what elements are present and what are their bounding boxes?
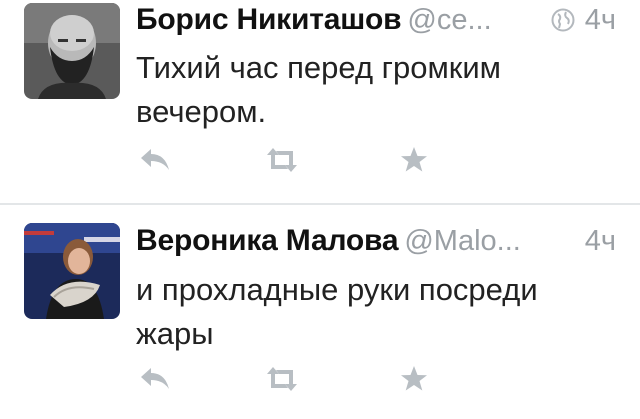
star-icon [401,366,427,391]
tweet-meta: 4ч [576,224,616,258]
reply-icon [141,149,169,170]
tweet-header: Борис Никиташов @ce... 4ч [136,3,616,37]
tweet-actions [136,143,456,177]
retweet-icon [267,367,297,391]
tweet-text: и прохладные руки посреди жары [136,272,538,351]
author-handle[interactable]: @Malo... [404,225,520,257]
reply-icon [141,368,169,389]
author-name[interactable]: Борис Никиташов [136,3,402,36]
retweet-button[interactable] [262,362,302,396]
retweet-button[interactable] [262,143,302,177]
reply-button[interactable] [136,143,176,177]
avatar-photo [24,223,120,319]
tweet-time: 4ч [584,4,616,36]
globe-icon [551,8,575,32]
tweet-actions [136,362,456,396]
tweet-text: Тихий час перед громким вечером. [136,50,501,129]
favorite-button[interactable] [394,143,434,177]
avatar-photo [24,3,120,99]
avatar[interactable] [24,223,120,319]
star-icon [401,147,427,172]
tweet-item[interactable]: Борис Никиташов @ce... 4ч Тихий час перед… [0,0,640,205]
author-handle[interactable]: @ce... [407,4,491,36]
tweet-item[interactable]: Вероника Малова @Malo... 4ч и прохладные … [0,206,640,419]
tweet-meta: 4ч [542,3,616,37]
retweet-icon [267,148,297,172]
avatar[interactable] [24,3,120,99]
tweet-time: 4ч [584,225,616,257]
reply-button[interactable] [136,362,176,396]
author-name[interactable]: Вероника Малова [136,224,399,257]
divider [0,203,640,205]
tweet-header: Вероника Малова @Malo... 4ч [136,224,616,258]
favorite-button[interactable] [394,362,434,396]
